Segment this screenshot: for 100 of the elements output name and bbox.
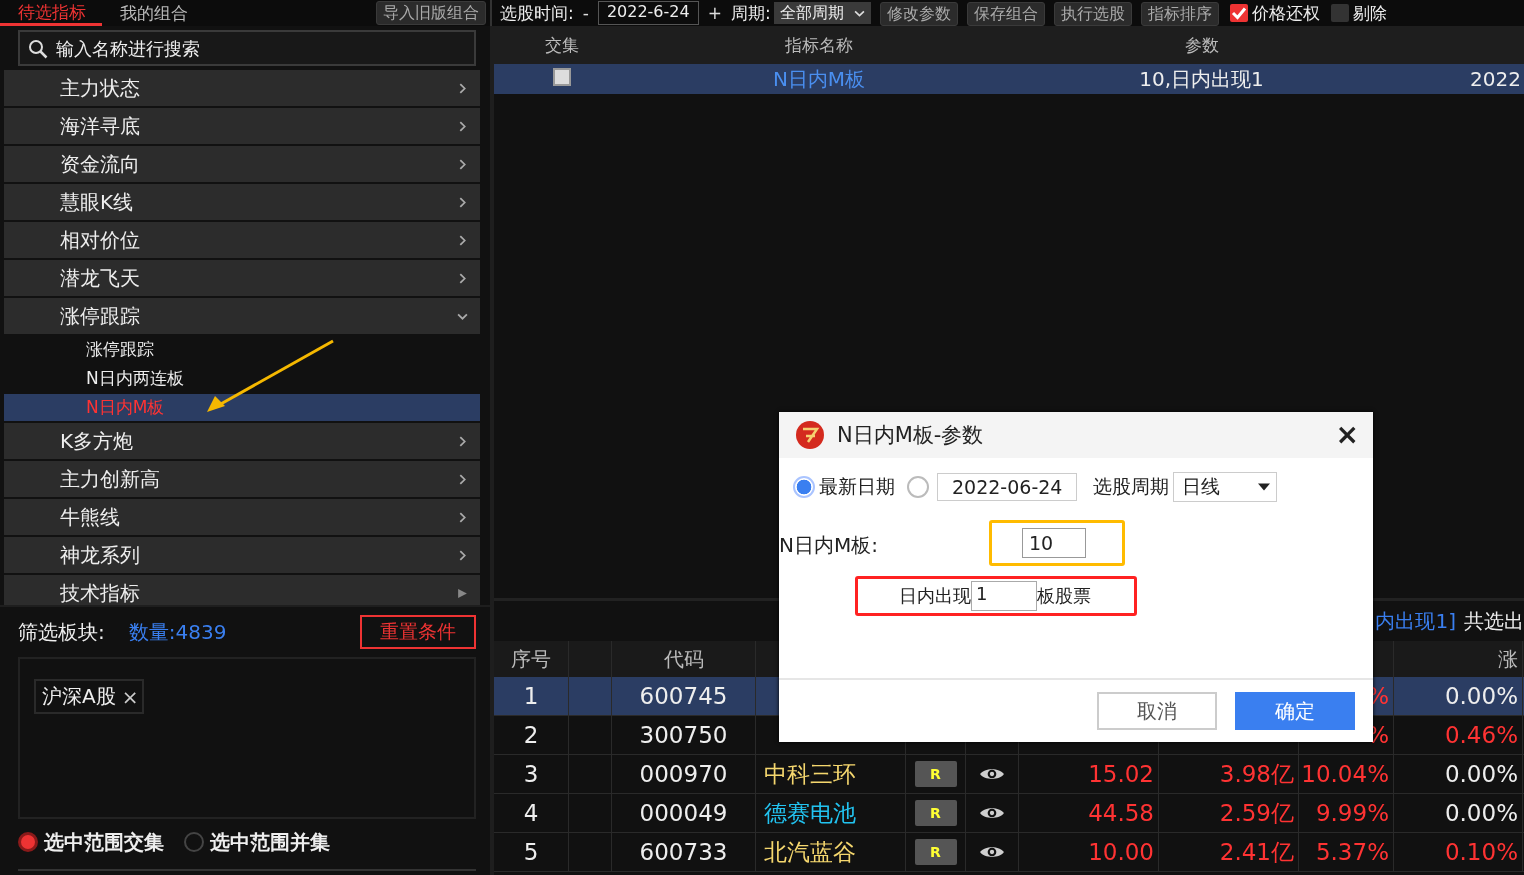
tag-label: 沪深A股 [42, 683, 116, 710]
indicator-row[interactable]: N日内M板 10,日内出现1 2022 [494, 64, 1524, 94]
table-cell: 000970 [639, 761, 728, 787]
n-input[interactable]: 10 [1022, 528, 1086, 558]
r-badge[interactable]: R [914, 839, 957, 865]
parameter-label: N日内M板: [779, 531, 878, 559]
confirm-button[interactable]: 确定 [1235, 692, 1355, 730]
eye-icon[interactable] [979, 805, 1005, 821]
radio-option[interactable]: 选中范围并集 [184, 828, 330, 856]
period-label: 周期: [730, 1, 771, 25]
menu-item[interactable]: K多方炮 [4, 423, 480, 459]
menu-item-label: 主力创新高 [60, 465, 160, 493]
period-select[interactable]: 日线 [1173, 472, 1278, 502]
stock-name: 北汽蓝谷 [764, 837, 856, 867]
radio-button[interactable] [18, 832, 38, 852]
menu-item[interactable]: 涨停跟踪 [4, 298, 480, 334]
table-cell: 9.99% [1315, 800, 1389, 826]
chevron-right-icon [457, 234, 468, 246]
table-cell-text: 2.59亿 [1219, 798, 1294, 828]
eye-icon[interactable] [979, 766, 1005, 782]
stock-name: 中科三环 [764, 759, 856, 789]
toolbar-button[interactable]: 执行选股 [1053, 1, 1132, 26]
panel-tab[interactable]: 我的组合 [102, 0, 204, 26]
toolbar-button[interactable]: 修改参数 [879, 1, 958, 26]
period-label: 选股周期 [1093, 474, 1170, 499]
column-header: 参数 [1183, 33, 1220, 57]
radio-button[interactable] [907, 476, 929, 498]
radio-button[interactable] [184, 832, 204, 852]
table-cell-text: 10,日内出现1 [1138, 65, 1265, 93]
cancel-button[interactable]: 取消 [1097, 692, 1217, 730]
menu-item-label: 潜龙飞天 [60, 264, 140, 292]
menu-item-label: K多方炮 [60, 427, 134, 455]
condition-text: 内出现1] [1375, 607, 1456, 635]
menu-item-label: 主力状态 [60, 74, 140, 102]
summary-text: 共选出 [1464, 607, 1524, 635]
menu-item[interactable]: 相对价位 [4, 222, 480, 258]
r-badge[interactable]: R [914, 800, 957, 826]
toolbar-button[interactable]: 保存组合 [966, 1, 1045, 26]
table-cell: 0.00% [1444, 800, 1518, 826]
checkbox[interactable]: 剔除 [1330, 1, 1387, 25]
search-field[interactable]: 输入名称进行搜索 [18, 30, 476, 66]
date-field[interactable]: 2022-06-24 [937, 473, 1078, 501]
table-cell: 600745 [639, 683, 728, 709]
radio-option[interactable]: 选中范围交集 [18, 828, 164, 856]
count-text: 数量:4839 [128, 618, 227, 646]
chevron-right-icon [457, 473, 468, 485]
chevron-right-icon [457, 82, 468, 94]
plus-button[interactable]: + [707, 3, 722, 23]
menu-item-label: 资金流向 [60, 150, 140, 178]
menu-item[interactable]: 主力状态 [4, 70, 480, 106]
eye-icon[interactable] [979, 844, 1005, 860]
menu-item[interactable]: 潜龙飞天 [4, 260, 480, 296]
import-button[interactable]: 导入旧版组合 [376, 1, 486, 25]
search-icon [28, 39, 48, 59]
minus-button[interactable]: - [582, 3, 589, 23]
date-field[interactable]: 2022-6-24 [597, 1, 699, 25]
chevron-right-icon [457, 435, 468, 447]
menu-item[interactable]: 海洋寻底 [4, 108, 480, 144]
m-input[interactable]: 1 [971, 581, 1037, 611]
menu-item-label: 神龙系列 [60, 541, 140, 569]
column-header: 序号 [511, 645, 551, 673]
chevron-right-icon [457, 511, 468, 523]
panel-tab[interactable]: 待选指标 [0, 0, 102, 26]
column-header: 涨 [1498, 645, 1518, 673]
checkbox[interactable]: 价格还权 [1229, 1, 1320, 25]
menu-item[interactable]: 神龙系列 [4, 537, 480, 573]
radio-label: 选中范围并集 [210, 828, 330, 856]
stock-row[interactable]: 3 000970 中科三环 R 15.02 3.98亿 10.04% 0.00% [494, 755, 1524, 794]
close-button[interactable]: × [1335, 421, 1359, 449]
menu-item[interactable]: 慧眼K线 [4, 184, 480, 220]
table-cell: 600733 [639, 839, 728, 865]
column-header: 指标名称 [784, 33, 854, 57]
reset-button[interactable]: 重置条件 [360, 615, 476, 649]
checkbox[interactable] [552, 68, 571, 86]
checkbox-box[interactable] [1229, 4, 1248, 22]
menu-item-label: 牛熊线 [60, 503, 120, 531]
close-button[interactable]: × [121, 684, 139, 709]
stock-row[interactable]: 5 600733 北汽蓝谷 R 10.00 2.41亿 5.37% 0.10% [494, 833, 1524, 872]
chevron-right-icon [457, 549, 468, 561]
menu-item-label: 技术指标 [60, 579, 140, 605]
table-cell: 4 [523, 800, 539, 826]
checkbox-box[interactable] [1330, 4, 1349, 22]
table-cell: 44.58 [1088, 800, 1154, 826]
menu-item[interactable]: 牛熊线 [4, 499, 480, 535]
toolbar-button[interactable]: 指标排序 [1140, 1, 1219, 26]
caret-icon [1258, 483, 1271, 491]
table-cell-text: N日内M板 [771, 65, 867, 93]
stock-row[interactable]: 4 000049 德赛电池 R 44.58 2.59亿 9.99% 0.00% [494, 794, 1524, 833]
filter-label: 筛选板块: [18, 618, 105, 646]
menu-item[interactable]: 技术指标 [4, 575, 480, 605]
menu-item[interactable]: 资金流向 [4, 146, 480, 182]
table-cell: 0.00% [1444, 683, 1518, 709]
menu-item[interactable]: 主力创新高 [4, 461, 480, 497]
menu-item-label: 相对价位 [60, 226, 140, 254]
period-select[interactable]: 全部周期 [773, 2, 871, 24]
dialog-title: N日内M板-参数 [837, 422, 984, 449]
table-cell-text: 3.98亿 [1219, 759, 1294, 789]
table-cell-text: 2.41亿 [1219, 837, 1294, 867]
triangle-icon [457, 587, 468, 599]
r-badge[interactable]: R [914, 761, 957, 787]
